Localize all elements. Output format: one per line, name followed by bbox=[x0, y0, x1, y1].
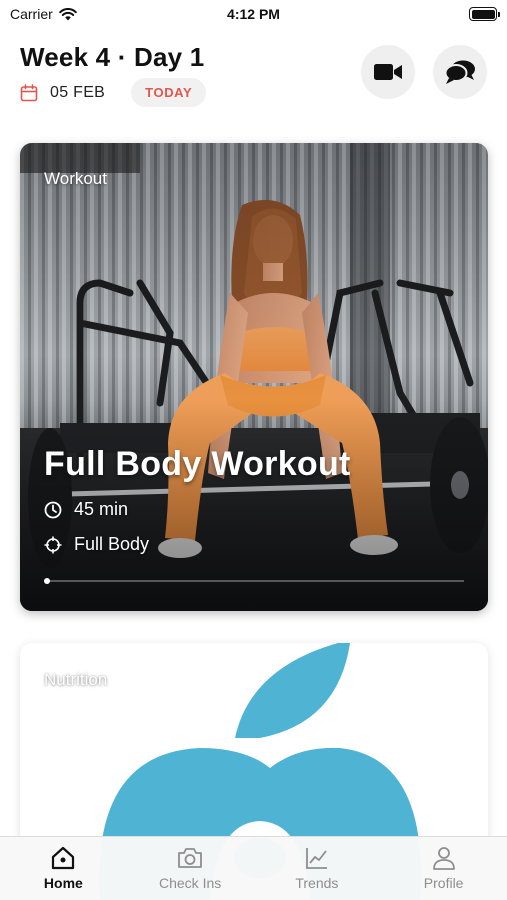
carousel-indicator-dot bbox=[44, 578, 50, 584]
tab-bar: Home Check Ins Trends Profile bbox=[0, 836, 507, 900]
today-badge[interactable]: TODAY bbox=[131, 78, 207, 107]
tab-check-ins-label: Check Ins bbox=[159, 875, 222, 891]
chat-icon bbox=[444, 60, 475, 84]
workout-title: Full Body Workout bbox=[44, 445, 351, 483]
home-icon bbox=[52, 846, 75, 870]
tab-home-label: Home bbox=[43, 875, 83, 891]
calendar-icon bbox=[20, 83, 38, 101]
current-date: 05 FEB bbox=[50, 83, 106, 101]
tab-trends-label: Trends bbox=[295, 875, 339, 891]
nutrition-card-label: Nutrition bbox=[44, 670, 108, 689]
tab-profile-label: Profile bbox=[423, 875, 464, 891]
tab-trends[interactable]: Trends bbox=[254, 837, 381, 900]
video-call-button[interactable] bbox=[361, 45, 415, 99]
battery-icon bbox=[469, 7, 500, 21]
tab-check-ins[interactable]: Check Ins bbox=[127, 837, 254, 900]
video-icon bbox=[374, 64, 402, 80]
camera-icon bbox=[178, 848, 203, 868]
messages-button[interactable] bbox=[433, 45, 487, 99]
tab-profile[interactable]: Profile bbox=[380, 837, 507, 900]
page-title: Week 4 · Day 1 bbox=[20, 42, 205, 72]
date-row: 05 FEB TODAY bbox=[20, 78, 207, 107]
clock-icon bbox=[44, 501, 62, 518]
duration-text: 45 min bbox=[74, 499, 129, 519]
status-time: 4:12 PM bbox=[227, 6, 280, 22]
carousel-progress-track bbox=[44, 580, 464, 582]
tab-home[interactable]: Home bbox=[0, 837, 127, 900]
focus-text: Full Body bbox=[74, 534, 150, 554]
workout-focus: Full Body bbox=[44, 534, 149, 555]
status-bar: Carrier 4:12 PM bbox=[0, 0, 507, 30]
header: Week 4 · Day 1 05 FEB TODAY bbox=[20, 40, 487, 120]
person-icon bbox=[432, 847, 455, 870]
chart-icon bbox=[305, 848, 327, 869]
target-icon bbox=[44, 536, 62, 553]
workout-card-label: Workout bbox=[44, 169, 107, 188]
workout-card[interactable]: Workout Full Body Workout 45 min Full Bo… bbox=[20, 143, 488, 611]
workout-duration: 45 min bbox=[44, 499, 128, 520]
